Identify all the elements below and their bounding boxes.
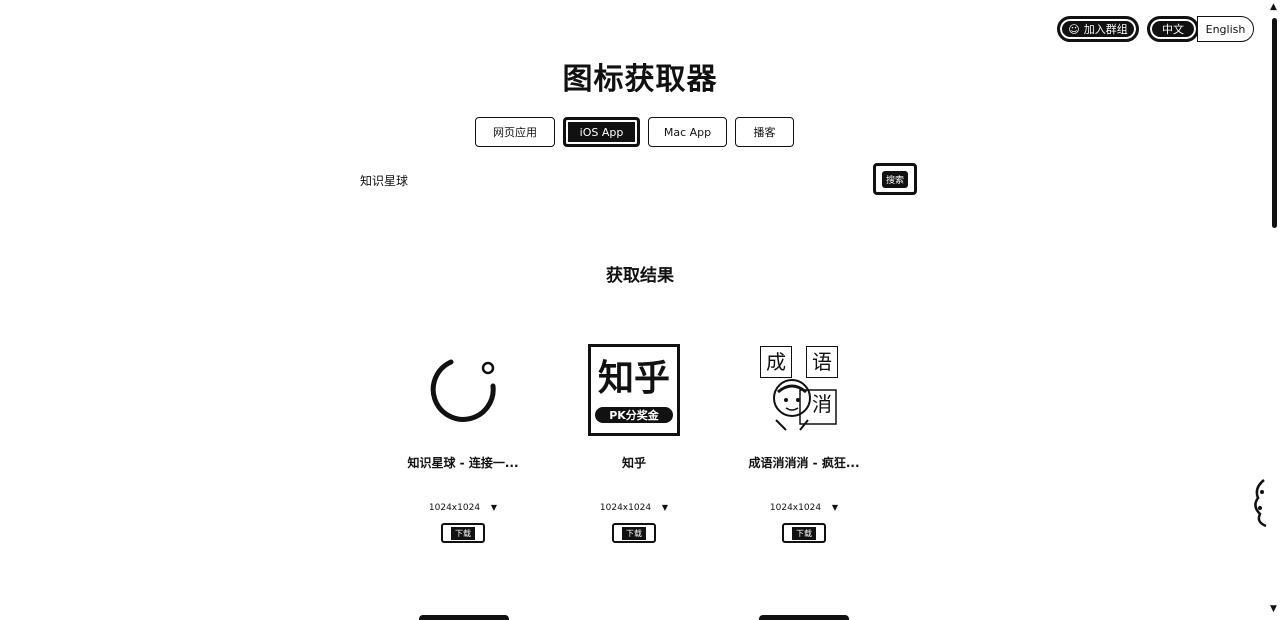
result-card: 成 语 消 成语消消消 - 疯狂... 1024x1024 ▼ 下载	[719, 340, 889, 543]
download-button[interactable]: 下载	[612, 523, 656, 543]
lang-zh-button[interactable]: 中文	[1147, 16, 1199, 42]
lang-en-label: English	[1205, 22, 1246, 36]
knowledge-planet-icon	[415, 340, 511, 436]
download-label: 下载	[451, 526, 475, 540]
size-value: 1024x1024	[428, 503, 481, 513]
idiom-game-icon: 成 语 消	[756, 340, 852, 436]
size-value: 1024x1024	[599, 503, 652, 513]
next-result-card-top	[759, 615, 849, 620]
tab-label: iOS App	[579, 125, 624, 139]
chevron-down-icon: ▼	[661, 503, 669, 512]
language-switch: 中文 English	[1147, 16, 1254, 43]
lang-zh-label: 中文	[1162, 23, 1184, 36]
download-label: 下载	[792, 526, 816, 540]
zhihu-icon-main-text: 知乎	[597, 358, 670, 399]
download-button[interactable]: 下载	[441, 523, 485, 543]
tab-label: 网页应用	[493, 126, 537, 139]
chevron-down-icon: ▼	[490, 503, 498, 512]
result-card: 知识星球 - 连接一... 1024x1024 ▼ 下载	[378, 340, 548, 543]
group-icon: ☺	[1068, 22, 1080, 36]
tab-mac-app[interactable]: Mac App	[648, 117, 727, 147]
size-select[interactable]: 1024x1024 ▼	[378, 503, 548, 513]
tab-ios-app[interactable]: iOS App	[563, 117, 640, 147]
tab-podcast[interactable]: 播客	[735, 117, 794, 147]
download-button[interactable]: 下载	[782, 523, 826, 543]
result-name: 知乎	[621, 456, 646, 470]
search-input[interactable]	[360, 168, 860, 192]
size-select[interactable]: 1024x1024 ▼	[719, 503, 889, 513]
zhihu-icon: 知乎 PK分奖金	[588, 344, 680, 436]
join-group-label: 加入群组	[1083, 23, 1128, 36]
next-result-card-top	[419, 615, 509, 620]
result-name: 成语消消消 - 疯狂...	[748, 456, 860, 470]
lang-en-button[interactable]: English	[1197, 16, 1254, 42]
search-button-label: 搜索	[881, 170, 908, 188]
idiom-icon-char-3: 消	[812, 392, 832, 416]
result-card: 知乎 PK分奖金 知乎 1024x1024 ▼ 下载	[549, 340, 719, 543]
search-button[interactable]: 搜索	[873, 163, 917, 195]
idiom-icon-char-1: 成	[760, 346, 792, 378]
page-title: 图标获取器	[562, 62, 718, 97]
download-label: 下载	[622, 526, 646, 540]
join-group-button[interactable]: ☺ 加入群组	[1057, 16, 1139, 42]
size-select[interactable]: 1024x1024 ▼	[549, 503, 719, 513]
tab-label: Mac App	[663, 125, 712, 139]
results-title: 获取结果	[606, 266, 674, 286]
tab-web-app[interactable]: 网页应用	[475, 117, 555, 147]
floating-mascot-icon[interactable]	[1250, 478, 1272, 528]
chevron-down-icon: ▼	[831, 503, 839, 512]
result-name: 知识星球 - 连接一...	[407, 456, 519, 470]
scrollbar-thumb[interactable]	[1272, 18, 1277, 228]
size-value: 1024x1024	[769, 503, 822, 513]
scroll-up-icon[interactable]: ▲	[1270, 2, 1277, 12]
scroll-down-icon[interactable]: ▼	[1270, 604, 1277, 614]
tab-label: 播客	[753, 126, 776, 139]
zhihu-icon-sub-text: PK分奖金	[595, 407, 673, 423]
idiom-icon-char-2: 语	[806, 346, 838, 378]
